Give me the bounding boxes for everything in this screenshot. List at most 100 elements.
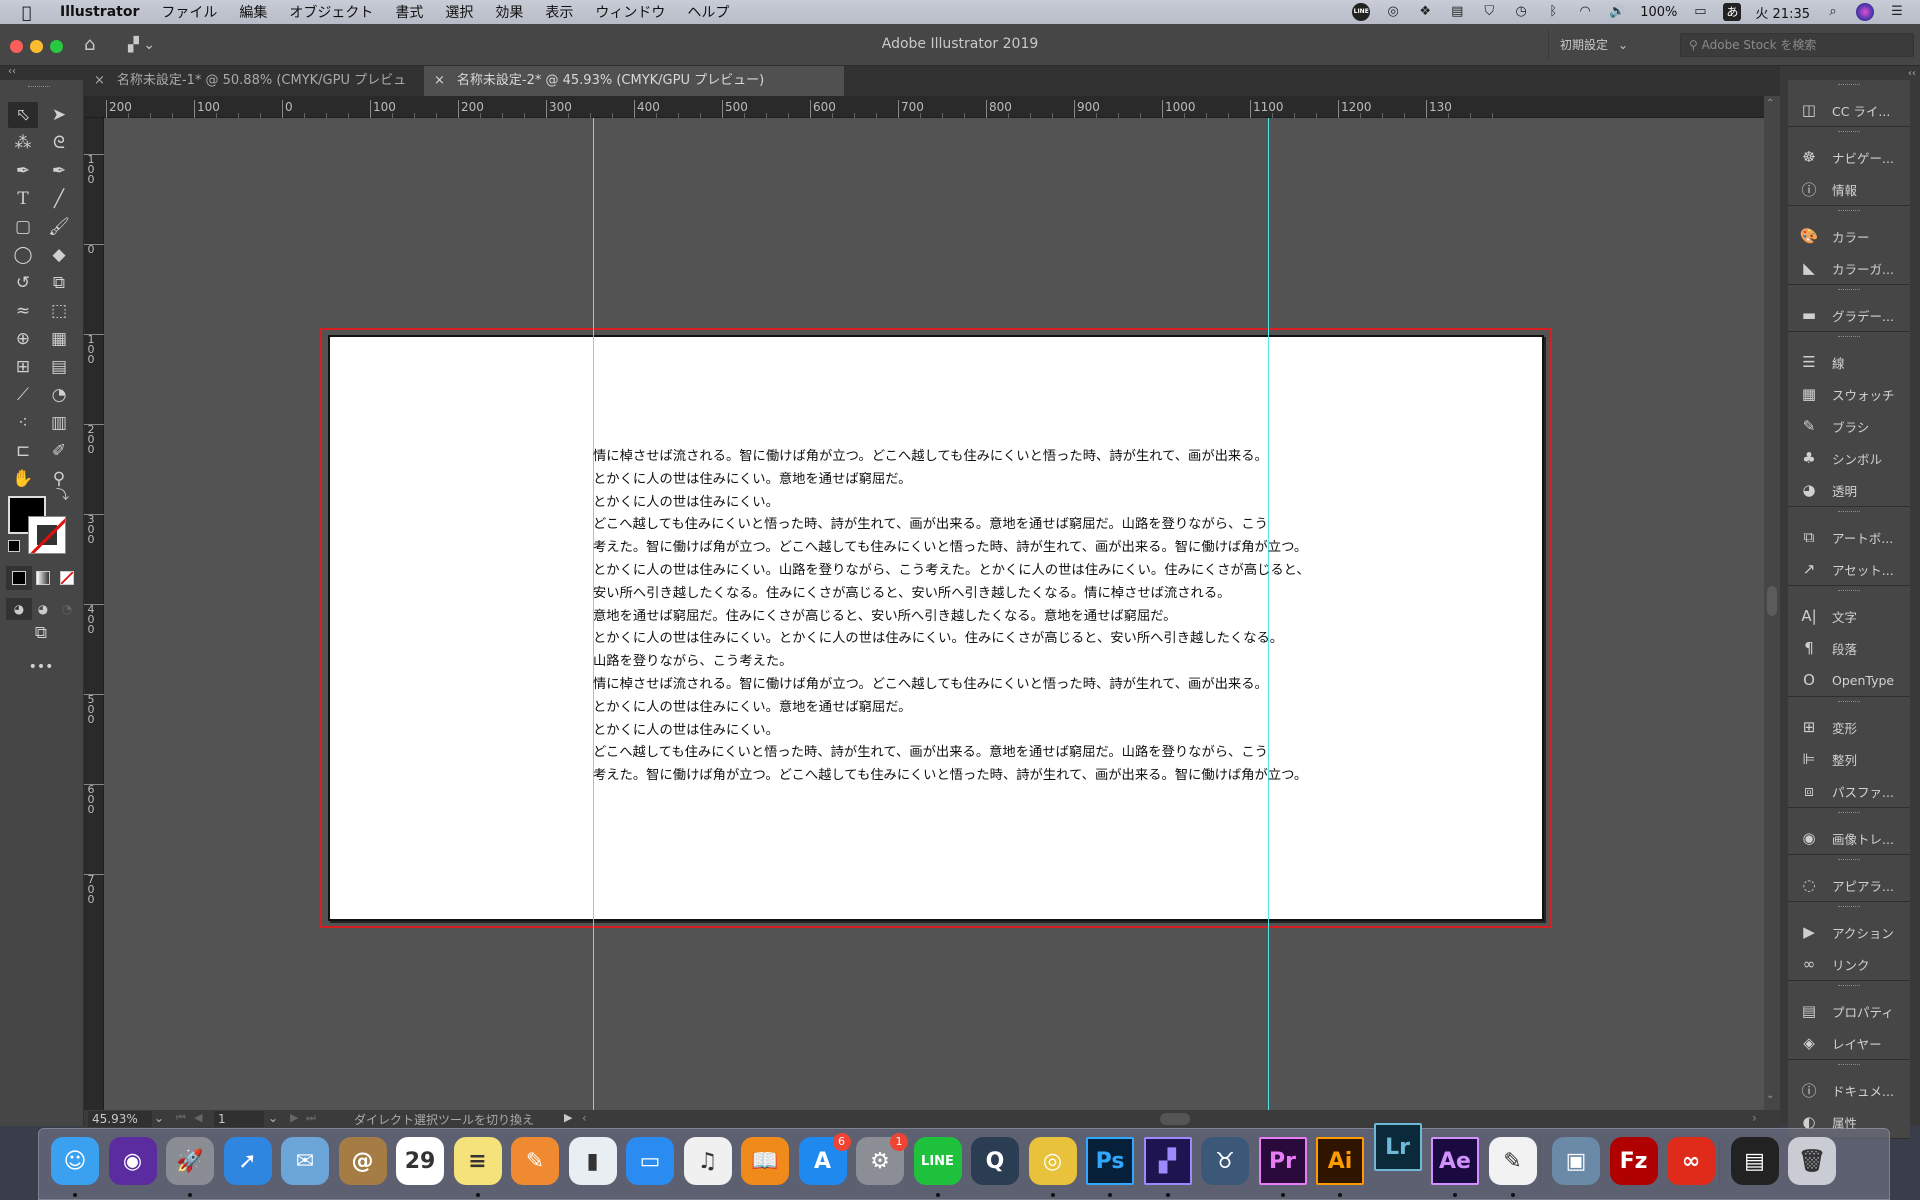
scroll-right-icon[interactable]: ›	[1752, 1111, 1757, 1125]
panel-item-transparency[interactable]: ◕ 透明	[1788, 474, 1910, 506]
dock-app-mail[interactable]: ✉	[281, 1137, 329, 1185]
artboard-tool-icon[interactable]: ⊏	[8, 438, 38, 464]
dock-app-pages[interactable]: ✎	[511, 1137, 559, 1185]
slice-tool-icon[interactable]: ✐	[44, 438, 74, 464]
minimize-window-button[interactable]	[30, 40, 43, 53]
scroll-thumb[interactable]	[1767, 586, 1777, 616]
screen-mode-icon[interactable]: ⧉	[26, 620, 56, 646]
vertical-ruler[interactable]: 100 0 100 200 300 400 500 600 700	[84, 118, 104, 1118]
input-method-icon[interactable]: あ	[1723, 3, 1742, 21]
zoom-dropdown-icon[interactable]: ⌄	[154, 1111, 164, 1125]
tab-document-1[interactable]: ×名称未設定-1* @ 50.88% (CMYK/GPU プレビュー)	[84, 66, 424, 118]
color-mode-button[interactable]	[6, 566, 32, 590]
dock-app-system-preferences[interactable]: ⚙ 1	[856, 1133, 908, 1185]
dock-app-notes[interactable]: ≡	[453, 1137, 502, 1185]
panel-item-symbols[interactable]: ♣ シンボル	[1788, 442, 1910, 474]
area-text-frame[interactable]: 情に棹させば流される。智に働けば角が立つ。どこへ越しても住みにくいと悟った時、詩…	[593, 446, 1310, 788]
menu-type[interactable]: 書式	[395, 2, 423, 22]
horizontal-ruler[interactable]: 200 100 0 100 200 300 400 500 600 700 800 900 1000 11…	[84, 96, 1764, 118]
gradient-tool-icon[interactable]: ▤	[44, 354, 74, 380]
dock-app-contacts[interactable]: @	[338, 1137, 387, 1185]
tab-document-2[interactable]: × 名称未設定-2* @ 45.93% (CMYK/GPU プレビュー)	[424, 66, 844, 96]
first-artboard-icon[interactable]: ⏮	[176, 1111, 186, 1125]
panel-item-image-trace[interactable]: ◉ 画像トレ...	[1788, 822, 1910, 854]
rotate-tool-icon[interactable]: ↺	[8, 270, 38, 296]
mesh-tool-icon[interactable]: ⊞	[8, 354, 38, 380]
swap-fill-stroke-icon[interactable]: ⤵	[56, 484, 69, 503]
panel-item-pathfinder[interactable]: ⧈ パスファ...	[1788, 775, 1910, 807]
menu-view[interactable]: 表示	[545, 2, 573, 22]
zoom-level-field[interactable]: 45.93%	[88, 1111, 152, 1127]
dock-app-itunes[interactable]: ♫	[683, 1137, 732, 1185]
horizontal-scroll-thumb[interactable]	[1160, 1113, 1190, 1125]
dock-app-filezilla[interactable]: Fz	[1609, 1137, 1658, 1185]
lasso-tool-icon[interactable]: ᘓ	[44, 130, 74, 156]
artboard-dropdown-icon[interactable]: ⌄	[268, 1111, 278, 1125]
panel-grip[interactable]	[1838, 210, 1860, 220]
dock-app-launchpad[interactable]: 🚀	[166, 1137, 214, 1185]
last-artboard-icon[interactable]: ⏭	[306, 1111, 316, 1125]
rectangle-tool-icon[interactable]: ▢	[8, 214, 38, 240]
panel-item-actions[interactable]: ▶ アクション	[1788, 916, 1910, 948]
menu-file[interactable]: ファイル	[161, 2, 217, 22]
panel-item-transform[interactable]: ⊞ 変形	[1788, 711, 1910, 743]
creative-cloud-status-icon[interactable]: ◎	[1384, 4, 1402, 20]
panel-item-color-guide[interactable]: ◣ カラーガ...	[1788, 252, 1910, 284]
dock-app-trash[interactable]: 🗑	[1788, 1137, 1836, 1185]
dock-app-creative-cloud[interactable]: ∞	[1667, 1137, 1715, 1185]
panel-grip[interactable]	[1838, 1064, 1860, 1074]
scale-tool-icon[interactable]: ⧉	[44, 270, 74, 296]
menu-help[interactable]: ヘルプ	[687, 2, 729, 22]
selection-tool-icon[interactable]: ⬁	[8, 102, 38, 128]
panel-item-gradient[interactable]: ▬ グラデー...	[1788, 299, 1910, 331]
menu-edit[interactable]: 編集	[239, 2, 267, 22]
dock-app-keynote[interactable]: ▭	[626, 1137, 674, 1185]
panel-item-color[interactable]: 🎨 カラー	[1788, 220, 1910, 252]
panel-item-stroke[interactable]: ☰ 線	[1788, 346, 1910, 378]
menu-object[interactable]: オブジェクト	[289, 2, 373, 22]
scroll-down-icon[interactable]: ⌄	[1766, 1090, 1774, 1101]
panel-item-cc-libraries[interactable]: ◫ CC ライ...	[1788, 94, 1910, 126]
dock-app-textedit[interactable]: ✎	[1488, 1137, 1537, 1185]
draw-behind-icon[interactable]: ◕	[30, 598, 56, 620]
dock-app-screenshot-stack[interactable]: ▤	[1730, 1137, 1779, 1185]
panel-grip[interactable]	[1838, 859, 1860, 869]
type-tool-icon[interactable]: T	[8, 186, 38, 212]
dock-app-ibooks[interactable]: 📖	[741, 1137, 789, 1185]
panel-item-character[interactable]: A| 文字	[1788, 600, 1910, 632]
dock-app-quicktime[interactable]: Q	[971, 1137, 1019, 1185]
draw-inside-icon[interactable]: ◔	[54, 598, 80, 620]
perspective-grid-tool-icon[interactable]: ▦	[44, 326, 74, 352]
app-menu[interactable]: Illustrator	[60, 4, 139, 20]
dock-app-calendar[interactable]: 29	[396, 1137, 444, 1185]
magic-wand-tool-icon[interactable]: ⁂	[8, 130, 38, 156]
dock-app-chrome[interactable]: ◎	[1028, 1137, 1077, 1185]
panel-item-document-info[interactable]: ⓘ ドキュメ...	[1788, 1074, 1910, 1106]
panel-item-properties[interactable]: ▤ プロパティ	[1788, 995, 1910, 1027]
close-tab-icon[interactable]: ×	[94, 73, 105, 88]
panel-item-navigator[interactable]: ☸ ナビゲー...	[1788, 141, 1910, 173]
eraser-tool-icon[interactable]: ◆	[44, 242, 74, 268]
artboard-number-field[interactable]: 1	[214, 1111, 264, 1127]
dock-app-app-store[interactable]: A6	[798, 1133, 851, 1185]
panel-item-layers[interactable]: ◈ レイヤー	[1788, 1027, 1910, 1059]
spotlight-search-icon[interactable]: ⌕	[1824, 4, 1842, 20]
adobe-stock-search[interactable]: ⚲ Adobe Stock を検索	[1680, 33, 1914, 57]
siri-icon[interactable]	[1856, 3, 1874, 21]
panel-item-align[interactable]: ⊫ 整列	[1788, 743, 1910, 775]
panel-item-swatches[interactable]: ▦ スウォッチ	[1788, 378, 1910, 410]
dock-app-siri[interactable]: ◉	[108, 1137, 157, 1185]
apple-menu-icon[interactable]: 	[22, 3, 42, 22]
dock-app-numbers[interactable]: ▮	[568, 1137, 617, 1185]
shape-builder-tool-icon[interactable]: ⊕	[8, 326, 38, 352]
shaper-tool-icon[interactable]: ◯	[8, 242, 38, 268]
menu-effect[interactable]: 効果	[495, 2, 523, 22]
panel-grip[interactable]	[1838, 84, 1860, 94]
dropbox-icon[interactable]: ❖	[1416, 4, 1434, 20]
panel-item-asset-export[interactable]: ↗ アセット...	[1788, 553, 1910, 585]
drive-icon[interactable]: ▤	[1448, 4, 1466, 20]
curvature-tool-icon[interactable]: ✒	[44, 158, 74, 184]
wifi-icon[interactable]: ◠	[1576, 4, 1594, 20]
panel-grip[interactable]	[1838, 131, 1860, 141]
dock-app-finder[interactable]: ☺	[51, 1137, 99, 1185]
